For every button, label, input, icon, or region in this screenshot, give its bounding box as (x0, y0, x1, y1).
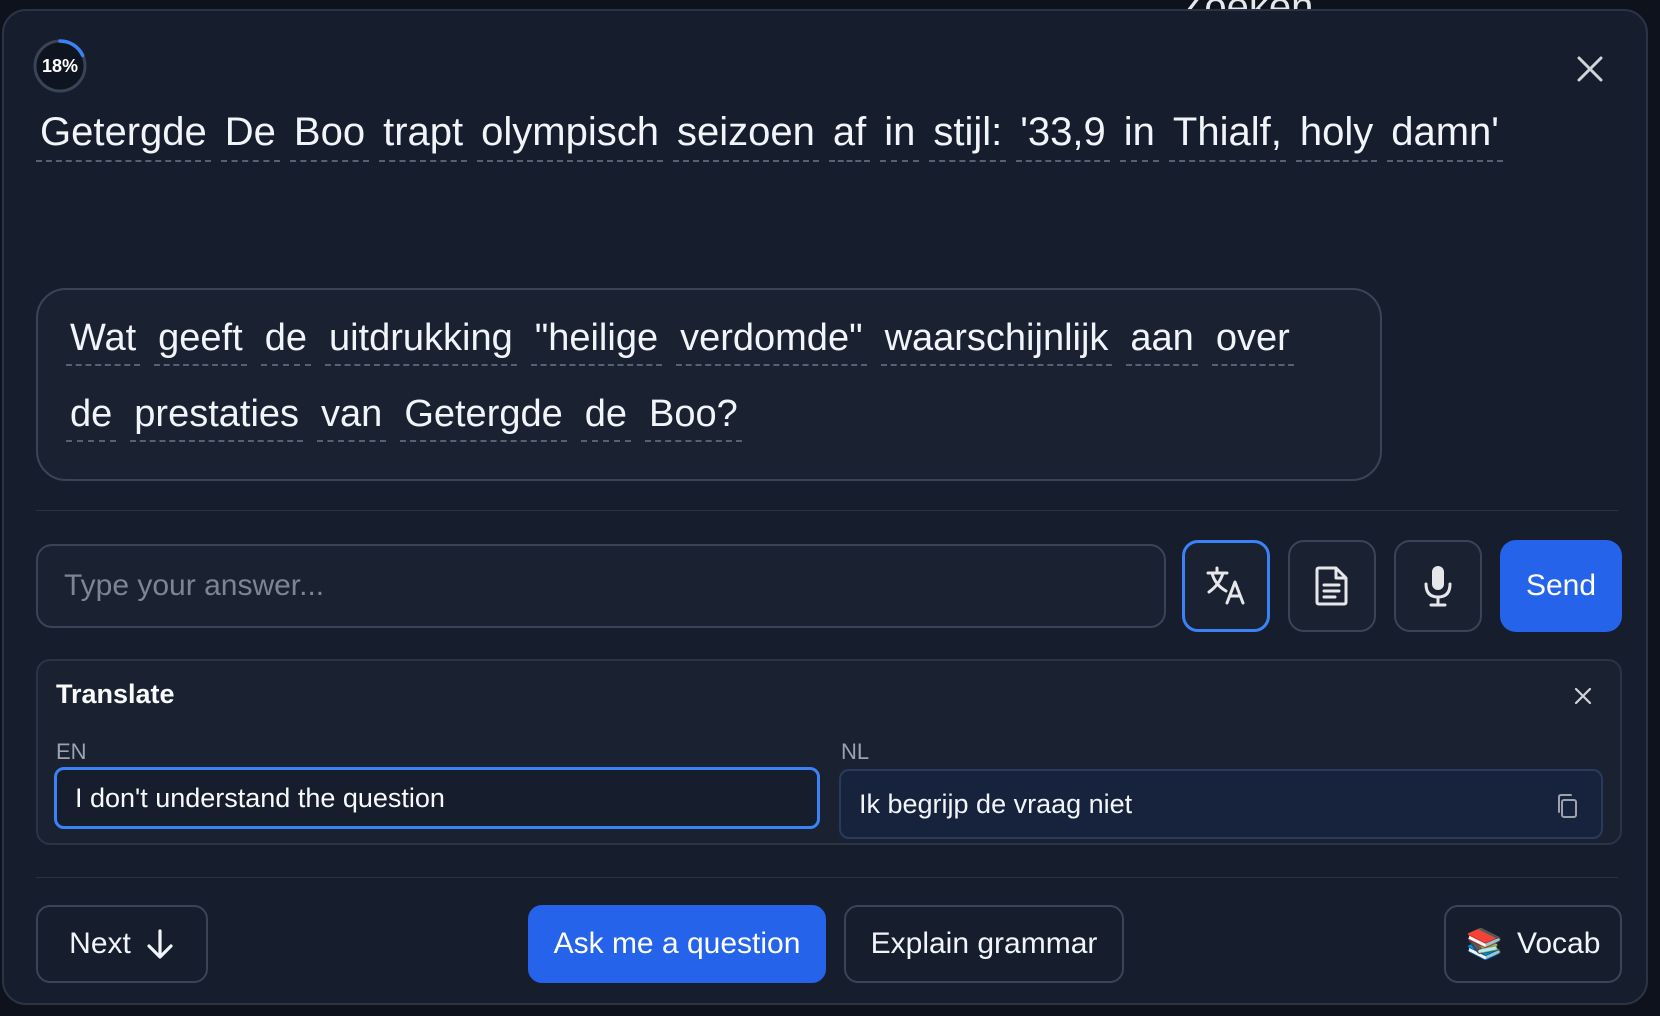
question-word[interactable]: over (1211, 312, 1294, 366)
notes-button[interactable] (1288, 540, 1376, 632)
question-word[interactable]: waarschijnlijk (880, 312, 1113, 366)
vocab-button[interactable]: 📚 Vocab (1444, 905, 1622, 983)
sentence-word[interactable]: holy (1295, 104, 1378, 162)
translate-toggle-button[interactable] (1182, 540, 1270, 632)
question-word[interactable]: de (66, 388, 117, 442)
sentence-word[interactable]: Getergde (36, 104, 211, 162)
close-icon (1574, 687, 1592, 705)
microphone-icon (1424, 566, 1452, 607)
question-word[interactable]: verdomde" (676, 312, 867, 366)
sentence-word[interactable]: trapt (379, 104, 468, 162)
translate-title: Translate (56, 679, 175, 709)
translate-output: Ik begrijp de vraag niet (839, 769, 1603, 839)
sentence-word[interactable]: af (828, 104, 871, 162)
copy-button[interactable] (1553, 791, 1581, 821)
target-language-label: NL (841, 739, 870, 764)
question-word[interactable]: van (317, 388, 387, 442)
progress-label: 18% (41, 55, 79, 76)
sentence-word[interactable]: '33,9 (1016, 104, 1110, 162)
sentence-word[interactable]: olympisch (477, 104, 663, 162)
sentence-word[interactable]: De (220, 104, 280, 162)
vocab-label: Vocab (1516, 927, 1601, 960)
question-word[interactable]: de (260, 312, 311, 366)
translate-output-text: Ik begrijp de vraag niet (859, 788, 1133, 819)
source-language-label: EN (56, 739, 87, 764)
question-word[interactable]: "heilige (530, 312, 663, 366)
translate-source-input[interactable] (54, 767, 820, 829)
arrow-down-icon (147, 929, 173, 959)
sentence-word[interactable]: Boo (289, 104, 370, 162)
question-word[interactable]: prestaties (130, 388, 304, 442)
question-word[interactable]: uitdrukking (324, 312, 517, 366)
next-button[interactable]: Next (36, 905, 208, 983)
divider (36, 877, 1618, 878)
divider (36, 510, 1618, 511)
voice-input-button[interactable] (1394, 540, 1482, 632)
sentence-word[interactable]: in (1119, 104, 1159, 162)
sentence-text: Getergde De Boo trapt olympisch seizoen af in st… (36, 99, 1536, 179)
sentence-word[interactable]: damn' (1387, 104, 1503, 162)
translate-panel: Translate EN NL Ik begrijp de vraag niet (36, 659, 1622, 845)
question-word[interactable]: Boo? (645, 388, 742, 442)
sentence-word[interactable]: stijl: (929, 104, 1007, 162)
close-modal-button[interactable] (1570, 49, 1610, 89)
question-word[interactable]: Wat (66, 312, 141, 366)
translate-icon (1206, 566, 1245, 605)
close-translate-button[interactable] (1568, 681, 1598, 711)
question-word[interactable]: geeft (154, 312, 247, 366)
question-text: Wat geeft de uitdrukking "heilige verdomde" wa… (66, 308, 1366, 460)
question-word[interactable]: Getergde (400, 388, 567, 442)
copy-icon (1558, 794, 1577, 818)
practice-modal: 18% Getergde De Boo trapt olympisch seizoen af… (2, 9, 1648, 1005)
answer-input[interactable] (36, 544, 1166, 628)
sentence-word[interactable]: in (880, 104, 920, 162)
question-word[interactable]: de (580, 388, 632, 442)
ask-question-button[interactable]: Ask me a question (528, 905, 826, 983)
send-button[interactable]: Send (1500, 540, 1622, 632)
books-icon: 📚 (1465, 927, 1503, 961)
progress-ring: 18% (32, 38, 88, 94)
explain-grammar-button[interactable]: Explain grammar (844, 905, 1124, 983)
next-label: Next (69, 927, 131, 960)
question-bubble: Wat geeft de uitdrukking "heilige verdomde" wa… (36, 288, 1382, 481)
document-icon (1315, 566, 1348, 606)
question-word[interactable]: aan (1126, 312, 1198, 366)
sentence-word[interactable]: seizoen (672, 104, 819, 162)
sentence-word[interactable]: Thialf, (1168, 104, 1286, 162)
close-icon (1577, 56, 1603, 82)
